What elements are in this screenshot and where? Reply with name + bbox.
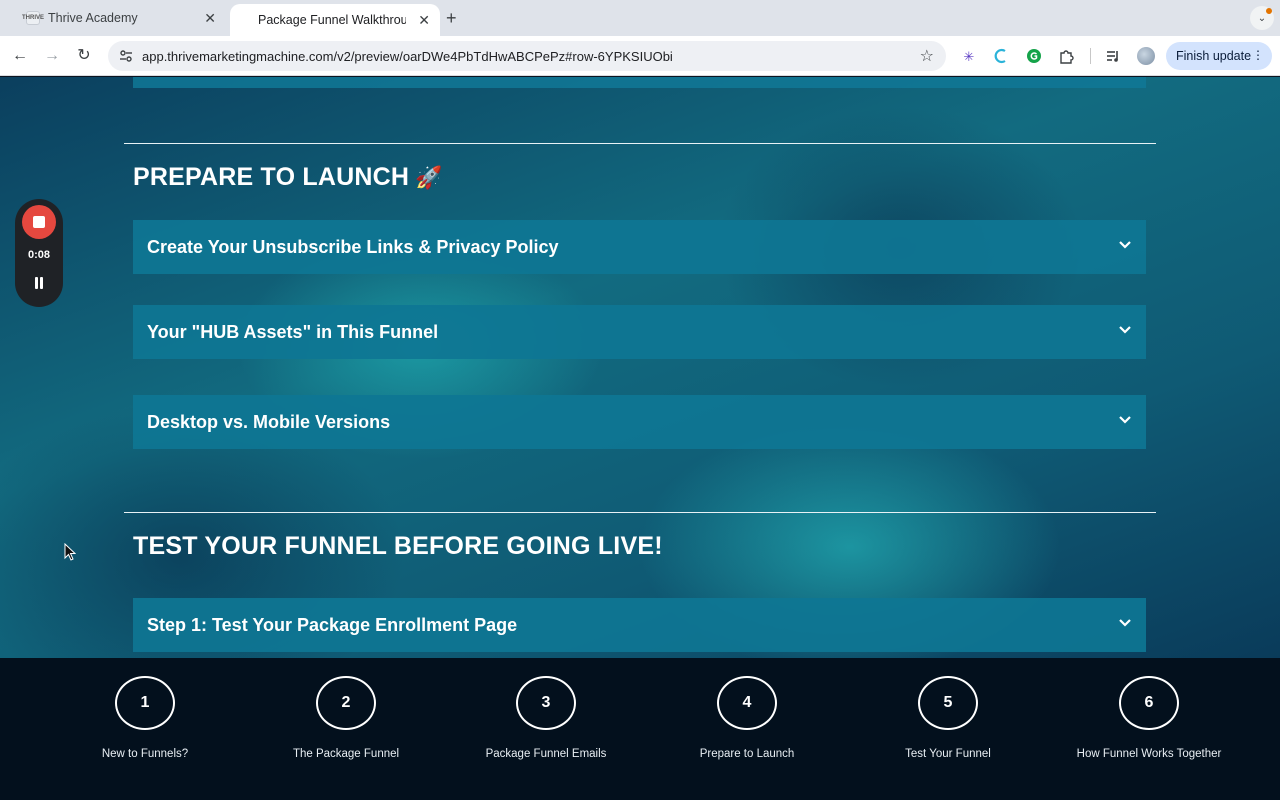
- chevron-down-icon: [1119, 416, 1131, 424]
- accordion-hub-assets[interactable]: Your "HUB Assets" in This Funnel: [133, 305, 1146, 359]
- step-label: The Package Funnel: [292, 748, 400, 760]
- media-controls-icon[interactable]: [1105, 48, 1121, 64]
- step-label: Package Funnel Emails: [485, 748, 607, 760]
- close-icon[interactable]: ✕: [418, 13, 430, 27]
- close-icon[interactable]: ✕: [204, 11, 216, 25]
- step-number-circle: 6: [1119, 676, 1179, 730]
- stop-icon: [33, 216, 45, 228]
- section-title-text: PREPARE TO LAUNCH: [133, 163, 410, 191]
- notification-dot: [1266, 8, 1272, 14]
- grammarly-icon[interactable]: [1026, 48, 1042, 64]
- page-content: PREPARE TO LAUNCH 🚀 Create Your Unsubscri…: [0, 77, 1280, 658]
- more-vertical-icon[interactable]: ⋮: [1252, 48, 1264, 62]
- tab-label: Package Funnel Walkthrough: [258, 13, 406, 27]
- thrive-favicon-icon: THRIVE: [22, 11, 44, 25]
- forward-arrow-icon[interactable]: →: [42, 46, 62, 66]
- section-title-test-your-funnel: TEST YOUR FUNNEL BEFORE GOING LIVE!: [133, 532, 663, 560]
- back-arrow-icon[interactable]: ←: [10, 46, 30, 66]
- tab-label: Thrive Academy: [48, 11, 138, 25]
- accordion-title: Step 1: Test Your Package Enrollment Pag…: [147, 614, 518, 635]
- accordion-title: Desktop vs. Mobile Versions: [147, 411, 391, 432]
- section-title-prepare-to-launch: PREPARE TO LAUNCH 🚀: [133, 163, 443, 192]
- accordion-title: Create Your Unsubscribe Links & Privacy …: [147, 236, 559, 257]
- accordion-title: Your "HUB Assets" in This Funnel: [147, 321, 439, 342]
- chevron-down-icon: [1119, 326, 1131, 334]
- step-number-circle: 5: [918, 676, 978, 730]
- address-bar[interactable]: app.thrivemarketingmachine.com/v2/previe…: [108, 41, 946, 71]
- step-number-circle: 4: [717, 676, 777, 730]
- browser-toolbar: ← → ↻ app.thrivemarketingmachine.com/v2/…: [0, 36, 1280, 76]
- extensions-puzzle-icon[interactable]: [1058, 48, 1074, 64]
- step-label: How Funnel Works Together: [1076, 748, 1222, 760]
- bottom-step-navigation: 1 New to Funnels? 2 The Package Funnel 3…: [0, 658, 1280, 800]
- tab-search-chevron-icon[interactable]: ⌄: [1250, 6, 1274, 30]
- accordion-desktop-vs-mobile[interactable]: Desktop vs. Mobile Versions: [133, 395, 1146, 449]
- extension-c-icon[interactable]: [993, 48, 1009, 64]
- step-label: Prepare to Launch: [699, 748, 795, 760]
- url-text: app.thrivemarketingmachine.com/v2/previe…: [142, 48, 673, 64]
- step-number-circle: 2: [316, 676, 376, 730]
- step-label: Test Your Funnel: [905, 748, 991, 760]
- new-tab-plus-icon[interactable]: +: [446, 8, 457, 28]
- reload-icon[interactable]: ↻: [74, 46, 94, 66]
- pause-icon[interactable]: [33, 277, 45, 289]
- chevron-down-icon: [1119, 241, 1131, 249]
- step-number-circle: 1: [115, 676, 175, 730]
- mouse-cursor-icon: [64, 543, 76, 561]
- bookmark-star-icon[interactable]: ☆: [920, 46, 934, 66]
- step-label: New to Funnels?: [101, 748, 189, 760]
- accordion-step1-test-enrollment[interactable]: Step 1: Test Your Package Enrollment Pag…: [133, 598, 1146, 652]
- extension-asterisk-icon[interactable]: ✳: [961, 48, 977, 64]
- tab-package-funnel-walkthrough[interactable]: Package Funnel Walkthrough ✕: [230, 4, 440, 36]
- section-divider: [124, 143, 1156, 144]
- profile-avatar[interactable]: [1137, 47, 1155, 65]
- tab-strip: THRIVE Thrive Academy ✕ Package Funnel W…: [0, 0, 1280, 36]
- finish-update-label: Finish update: [1176, 49, 1252, 63]
- rocket-emoji: 🚀: [415, 165, 443, 190]
- finish-update-button[interactable]: Finish update ⋮: [1166, 42, 1272, 70]
- screen-recorder-widget: 0:08: [15, 199, 63, 307]
- section-divider: [124, 512, 1156, 513]
- tab-thrive-academy[interactable]: THRIVE Thrive Academy ✕: [14, 0, 226, 36]
- stop-recording-button[interactable]: [22, 205, 56, 239]
- accordion-unsubscribe-privacy[interactable]: Create Your Unsubscribe Links & Privacy …: [133, 220, 1146, 274]
- recording-timer: 0:08: [27, 249, 51, 261]
- step-number-circle: 3: [516, 676, 576, 730]
- previous-accordion-edge: [133, 77, 1146, 88]
- chevron-down-icon: [1119, 619, 1131, 627]
- toolbar-separator: [1090, 48, 1091, 64]
- site-settings-icon[interactable]: [118, 48, 134, 64]
